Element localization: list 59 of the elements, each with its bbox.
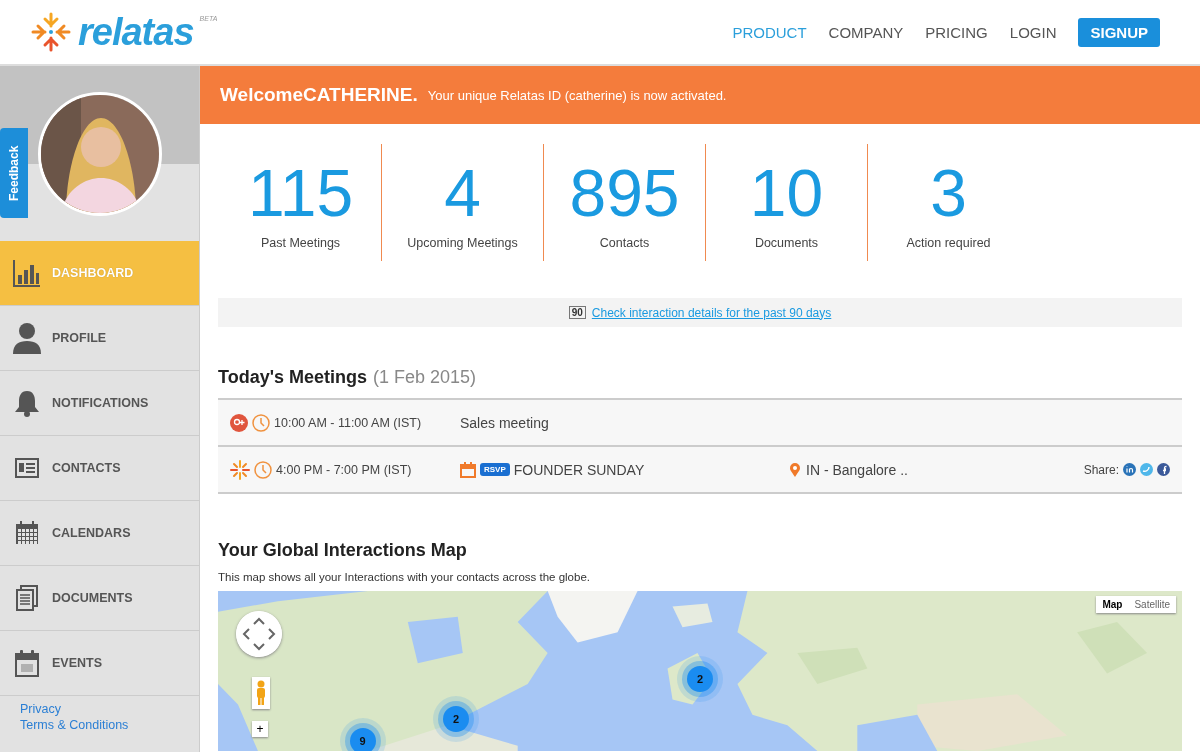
stat-value: 3 bbox=[930, 160, 967, 226]
contact-card-icon bbox=[12, 458, 42, 478]
bar-chart-icon bbox=[12, 259, 42, 287]
logo-text[interactable]: relatas bbox=[78, 10, 194, 54]
calendar-icon bbox=[460, 461, 476, 478]
stat-label: Upcoming Meetings bbox=[407, 236, 518, 250]
feedback-tab[interactable]: Feedback bbox=[0, 128, 28, 218]
stat-label: Documents bbox=[754, 236, 819, 250]
person-icon bbox=[12, 322, 42, 354]
linkedin-icon[interactable] bbox=[1123, 463, 1136, 476]
map-type-tab[interactable]: Map bbox=[1096, 596, 1129, 613]
meeting-location: IN - Bangalore .. bbox=[806, 461, 908, 478]
nav-link[interactable]: LOGIN bbox=[1009, 23, 1057, 41]
stat-value: 895 bbox=[569, 160, 680, 226]
welcome-heading: WelcomeCATHERINE. bbox=[220, 84, 418, 106]
stat-label: Contacts bbox=[599, 236, 650, 250]
rsvp-badge[interactable]: RSVP bbox=[480, 463, 510, 476]
nav-link[interactable]: COMPANY bbox=[828, 23, 904, 41]
star-burst-icon bbox=[230, 459, 250, 480]
stat-value: 115 bbox=[247, 160, 354, 226]
meeting-time: 4:00 PM - 7:00 PM (IST) bbox=[276, 462, 412, 477]
interaction-link[interactable]: Check interaction details for the past 90 days bbox=[591, 305, 832, 320]
signup-button[interactable]: SIGNUP bbox=[1078, 17, 1160, 47]
footer-link[interactable]: Terms & Conditions bbox=[20, 718, 179, 732]
meeting-row[interactable]: 10:00 AM - 11:00 AM (IST) Sales meeting bbox=[218, 400, 1182, 447]
meetings-date: (1 Feb 2015) bbox=[373, 367, 477, 388]
meeting-time: 10:00 AM - 11:00 AM (IST) bbox=[274, 415, 422, 430]
map-description: This map shows all your Interactions with your contacts across the globe. bbox=[218, 571, 591, 583]
stat-value: 10 bbox=[749, 160, 824, 226]
meeting-title: Sales meeting bbox=[460, 414, 549, 431]
meeting-row[interactable]: 4:00 PM - 7:00 PM (IST) RSVP FOUNDER SUNDAY IN - Bangalore .. Share: bbox=[218, 447, 1182, 494]
clock-icon bbox=[254, 460, 272, 479]
google-plus-icon bbox=[230, 413, 248, 432]
section-title: Your Global Interactions Map bbox=[218, 540, 468, 561]
clock-icon bbox=[252, 413, 270, 432]
stat-label: Past Meetings bbox=[260, 236, 341, 250]
share-label: Share: bbox=[1083, 462, 1119, 477]
sidebar-item[interactable]: NOTIFICATIONS bbox=[0, 371, 199, 436]
bell-icon bbox=[12, 389, 42, 417]
facebook-icon[interactable] bbox=[1157, 463, 1170, 476]
zoom-in-button[interactable]: + bbox=[252, 721, 268, 737]
map-type-tab[interactable]: Satellite bbox=[1128, 596, 1176, 613]
sidebar-item[interactable]: CALENDARS bbox=[0, 501, 199, 566]
nav-link[interactable]: PRODUCT bbox=[732, 23, 807, 41]
meeting-title: FOUNDER SUNDAY bbox=[513, 461, 645, 478]
sidebar-item[interactable]: PROFILE bbox=[0, 306, 199, 371]
section-title: Today's Meetings bbox=[218, 367, 367, 388]
sidebar-item[interactable]: EVENTS bbox=[0, 631, 199, 696]
footer-link[interactable]: Privacy bbox=[20, 702, 179, 716]
nav-link[interactable]: PRICING bbox=[925, 23, 988, 41]
activation-message: Your unique Relatas ID (catherine) is now activated. bbox=[427, 87, 727, 103]
stat-label: Action required bbox=[906, 236, 991, 250]
stat-value: 4 bbox=[444, 160, 481, 226]
sidebar-item[interactable]: CONTACTS bbox=[0, 436, 199, 501]
event-calendar-icon bbox=[12, 649, 42, 677]
sidebar-item[interactable]: DOCUMENTS bbox=[0, 566, 199, 631]
logo-icon bbox=[30, 11, 72, 53]
location-pin-icon bbox=[790, 462, 800, 477]
calendar-90-icon: 90 bbox=[568, 306, 586, 319]
